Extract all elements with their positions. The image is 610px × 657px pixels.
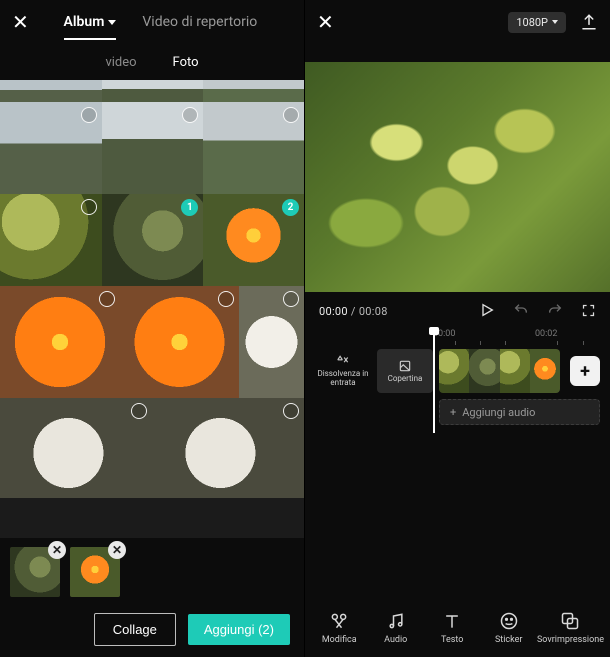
selection-badge: 2: [282, 199, 299, 216]
play-icon[interactable]: [479, 302, 495, 321]
ruler-label: 00:02: [535, 329, 557, 339]
left-footer: Collage Aggiungi (2): [0, 601, 304, 657]
fullscreen-icon[interactable]: [581, 303, 596, 321]
grid-cell[interactable]: [239, 286, 304, 398]
select-ring-icon: [99, 291, 115, 307]
album-picker-pane: ✕ Album Video di repertorio video Foto: [0, 0, 305, 657]
grid-cell[interactable]: [152, 398, 305, 498]
video-track-row: Dissolvenza in entrata Copertina +: [315, 349, 600, 393]
add-audio-button[interactable]: + Aggiungi audio: [439, 399, 600, 425]
grid-cell[interactable]: [0, 80, 102, 102]
tool-sovrimpressione[interactable]: Sovrimpressione: [537, 611, 604, 645]
resolution-dropdown[interactable]: 1080P: [508, 12, 566, 33]
grid-cell[interactable]: [203, 80, 304, 102]
add-button[interactable]: Aggiungi (2): [188, 614, 290, 645]
photo-grid: 1 2: [0, 80, 304, 543]
tool-testo[interactable]: Testo: [424, 611, 480, 645]
timeline: Dissolvenza in entrata Copertina + + Agg…: [305, 345, 610, 425]
remove-thumb-icon[interactable]: ✕: [108, 541, 126, 559]
grid-cell-selected[interactable]: 1: [102, 194, 204, 286]
tool-label: Sticker: [495, 635, 522, 645]
select-ring-icon: [283, 291, 299, 307]
tool-label: Sovrimpressione: [537, 635, 604, 645]
tab-foto[interactable]: Foto: [173, 55, 199, 70]
album-label: Album: [64, 14, 105, 30]
chevron-down-icon: [552, 20, 558, 24]
grid-cell[interactable]: [102, 102, 204, 194]
time-display: 00:00 / 00:08: [319, 305, 388, 318]
selection-badge: 1: [181, 199, 198, 216]
clip-frame: [439, 349, 469, 393]
export-icon[interactable]: [580, 13, 598, 31]
clip-frame: [530, 349, 560, 393]
undo-icon[interactable]: [513, 302, 529, 321]
time-current: 00:00: [319, 305, 348, 318]
redo-icon[interactable]: [547, 302, 563, 321]
clip-frame: [469, 349, 499, 393]
tray-thumb[interactable]: ✕: [10, 547, 60, 597]
cover-chip[interactable]: Copertina: [377, 349, 433, 393]
close-icon[interactable]: ✕: [317, 10, 334, 34]
grid-cell[interactable]: [203, 102, 304, 194]
video-clip[interactable]: [439, 349, 560, 393]
grid-cell[interactable]: [0, 498, 152, 538]
select-ring-icon: [131, 403, 147, 419]
selection-tray: ✕ ✕: [0, 543, 304, 601]
add-audio-label: Aggiungi audio: [462, 406, 535, 419]
resolution-label: 1080P: [516, 16, 548, 29]
time-total: 00:08: [359, 305, 388, 318]
add-clip-button[interactable]: +: [570, 356, 600, 386]
close-icon[interactable]: ✕: [12, 10, 29, 34]
chevron-down-icon: [108, 20, 116, 25]
right-header: ✕ 1080P: [305, 0, 610, 44]
tab-video[interactable]: video: [105, 55, 136, 70]
select-ring-icon: [283, 107, 299, 123]
grid-cell[interactable]: [120, 286, 240, 398]
collage-button[interactable]: Collage: [94, 613, 176, 646]
tool-label: Audio: [384, 635, 407, 645]
header-right-controls: 1080P: [508, 12, 598, 33]
header-title-wrap: Album Video di repertorio: [29, 14, 292, 30]
tray-thumb[interactable]: ✕: [70, 547, 120, 597]
video-preview[interactable]: [305, 62, 610, 292]
select-ring-icon: [81, 199, 97, 215]
dissolve-chip[interactable]: Dissolvenza in entrata: [315, 349, 371, 393]
playback-bar: 00:00 / 00:08: [305, 292, 610, 325]
tool-label: Testo: [441, 635, 463, 645]
tool-label: Modifica: [322, 635, 357, 645]
select-ring-icon: [283, 403, 299, 419]
clip-frame: [500, 349, 530, 393]
cover-label: Copertina: [388, 375, 423, 384]
editor-toolbar: Modifica Audio Testo Sticker Sovrimpress…: [305, 599, 610, 657]
grid-cell[interactable]: [0, 398, 152, 498]
left-header: ✕ Album Video di repertorio: [0, 0, 304, 44]
tool-modifica[interactable]: Modifica: [311, 611, 367, 645]
grid-cell[interactable]: [0, 286, 120, 398]
select-ring-icon: [81, 107, 97, 123]
grid-cell[interactable]: [0, 102, 102, 194]
grid-cell[interactable]: [0, 194, 102, 286]
grid-cell-selected[interactable]: 2: [203, 194, 304, 286]
timeline-ruler[interactable]: 00:00 00:02: [305, 329, 610, 345]
audio-track-row: + Aggiungi audio: [439, 399, 600, 425]
playback-controls: [479, 302, 596, 321]
plus-icon: +: [450, 406, 456, 419]
select-ring-icon: [218, 291, 234, 307]
stock-video-link[interactable]: Video di repertorio: [142, 14, 257, 30]
grid-cell[interactable]: [102, 80, 204, 102]
media-tabs: video Foto: [0, 44, 304, 80]
tool-audio[interactable]: Audio: [367, 611, 423, 645]
grid-cell[interactable]: [152, 498, 305, 538]
tool-sticker[interactable]: Sticker: [480, 611, 536, 645]
select-ring-icon: [182, 107, 198, 123]
dissolve-label: Dissolvenza in entrata: [315, 370, 371, 388]
editor-pane: ✕ 1080P 00:00 / 00:08: [305, 0, 610, 657]
album-dropdown[interactable]: Album: [64, 14, 117, 30]
remove-thumb-icon[interactable]: ✕: [48, 541, 66, 559]
